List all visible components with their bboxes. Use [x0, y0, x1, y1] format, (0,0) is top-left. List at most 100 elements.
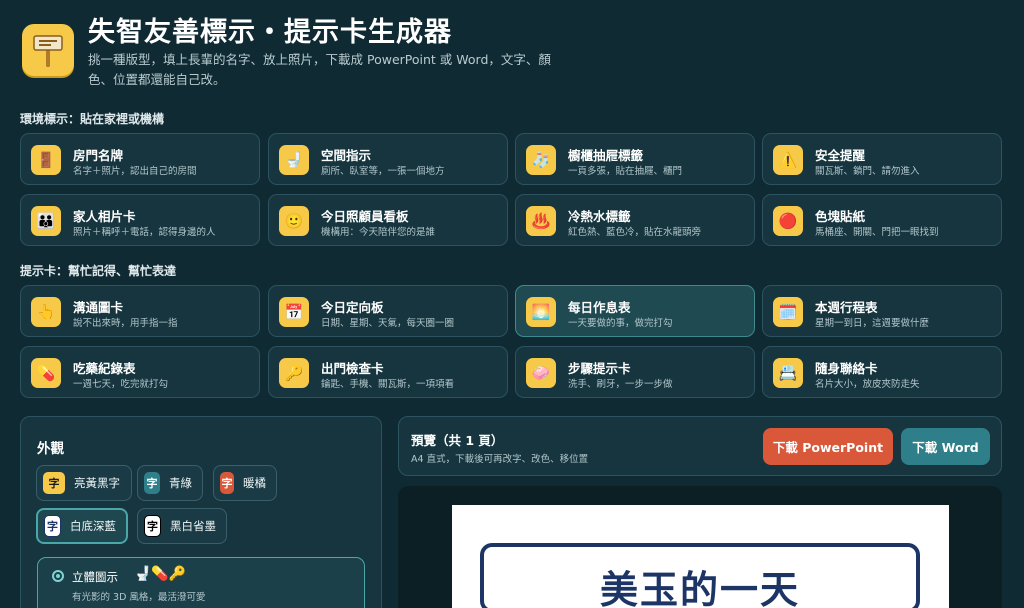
- theme-name: 黑白省墨: [170, 519, 216, 533]
- style-option-icons: 🚽💊🔑: [134, 566, 187, 582]
- card-desc: 關瓦斯、鎖門、請勿進入: [815, 166, 920, 177]
- card-desc: 機構用：今天陪伴您的是誰: [321, 227, 436, 238]
- card-title: 空間指示: [321, 148, 372, 163]
- card-desc: 照片＋稱呼＋電話，認得身邊的人: [73, 227, 216, 238]
- theme-chip: 字: [144, 472, 160, 494]
- card-desc: 鑰匙、手機、關瓦斯，一項項看: [321, 379, 455, 390]
- template-card[interactable]: 🙂 今日照顧員看板機構用：今天陪伴您的是誰: [268, 194, 508, 246]
- theme-swatch[interactable]: 字白底深藍: [36, 508, 128, 544]
- appearance-heading: 外觀: [37, 441, 64, 457]
- card-title: 冷熱水標籤: [568, 209, 631, 224]
- pill-icon: 💊: [31, 358, 61, 388]
- theme-name: 暖橘: [243, 476, 266, 490]
- card-title: 家人相片卡: [73, 209, 136, 224]
- preview-desc: A4 直式，下載後可再改字、改色、移位置: [411, 454, 589, 465]
- style-option-3d[interactable]: 立體圖示 🚽💊🔑 有光影的 3D 風格，最活潑可愛: [37, 557, 365, 608]
- card-title: 每日作息表: [568, 300, 631, 315]
- card-title: 安全提醒: [815, 148, 866, 163]
- key-icon: 🔑: [279, 358, 309, 388]
- theme-swatch[interactable]: 字青綠: [137, 465, 203, 501]
- template-card[interactable]: 🚽 空間指示廁所、臥室等，一張一個地方: [268, 133, 508, 185]
- red-circle-icon: 🔴: [773, 206, 803, 236]
- card-title: 溝通圖卡: [73, 300, 124, 315]
- id-card-icon: 📇: [773, 358, 803, 388]
- pointing-hand-icon: 👆: [31, 297, 61, 327]
- theme-name: 青綠: [169, 476, 192, 490]
- calendar-icon: 📅: [279, 297, 309, 327]
- soap-icon: 🧼: [526, 358, 556, 388]
- theme-swatch[interactable]: 字黑白省墨: [137, 508, 227, 544]
- template-card[interactable]: 🔴 色塊貼紙馬桶座、開關、門把一眼找到: [762, 194, 1002, 246]
- template-card[interactable]: ♨️ 冷熱水標籤紅色熱、藍色冷，貼在水龍頭旁: [515, 194, 755, 246]
- app-header: 失智友善標示・提示卡生成器 挑一種版型，填上長輩的名字、放上照片，下載成 Pow…: [20, 10, 1010, 92]
- card-title: 出門檢查卡: [321, 361, 384, 376]
- template-card[interactable]: 🗓️ 本週行程表星期一到日，這週要做什麼: [762, 285, 1002, 337]
- template-card[interactable]: 📅 今日定向板日期、星期、天氣，每天圈一圈: [268, 285, 508, 337]
- card-desc: 一天要做的事，做完打勾: [568, 318, 673, 329]
- door-icon: 🚪: [31, 145, 61, 175]
- card-title: 色塊貼紙: [815, 209, 866, 224]
- socks-icon: 🧦: [526, 145, 556, 175]
- theme-name: 亮黃黑字: [74, 476, 120, 490]
- template-card[interactable]: 💊 吃藥紀錄表一週七天，吃完就打勾: [20, 346, 260, 398]
- theme-chip: 字: [144, 515, 161, 537]
- card-title: 櫥櫃抽屜標籤: [568, 148, 644, 163]
- card-desc: 名字＋照片，認出自己的房間: [73, 166, 197, 177]
- sign-frame: 美玉的一天: [480, 543, 920, 608]
- theme-chip: 字: [44, 515, 61, 537]
- preview-toolbar: 預覽（共 1 頁） A4 直式，下載後可再改字、改色、移位置 下載 PowerP…: [398, 416, 1002, 476]
- section-label-prompt-cards: 提示卡：幫忙記得、幫忙表達: [20, 264, 177, 278]
- toilet-icon: 🚽: [279, 145, 309, 175]
- hot-water-icon: ♨️: [526, 206, 556, 236]
- signpost-icon: [22, 24, 74, 76]
- card-desc: 馬桶座、開關、門把一眼找到: [815, 227, 939, 238]
- card-desc: 洗手、刷牙，一步一步做: [568, 379, 673, 390]
- sunrise-icon: 🌅: [526, 297, 556, 327]
- card-title: 房門名牌: [73, 148, 124, 163]
- download-powerpoint-button[interactable]: 下載 PowerPoint: [763, 428, 893, 465]
- card-desc: 一週七天，吃完就打勾: [73, 379, 169, 390]
- card-desc: 星期一到日，這週要做什麼: [815, 318, 930, 329]
- template-card[interactable]: 👆 溝通圖卡說不出來時，用手指一指: [20, 285, 260, 337]
- card-desc: 一頁多張，貼在抽屜、櫃門: [568, 166, 683, 177]
- template-card[interactable]: 📇 隨身聯絡卡 名片大小，放皮夾防走失: [762, 346, 1002, 398]
- card-title: 吃藥紀錄表: [73, 361, 136, 376]
- card-desc: 紅色熱、藍色冷，貼在水龍頭旁: [568, 227, 702, 238]
- appearance-panel: 外觀 字亮黃黑字字青綠字暖橘字白底深藍字黑白省墨 立體圖示 🚽💊🔑 有光影的 3…: [20, 416, 382, 608]
- card-title: 步驟提示卡: [568, 361, 631, 376]
- style-option-title: 立體圖示: [72, 570, 118, 584]
- template-card[interactable]: 🚪 房門名牌名字＋照片，認出自己的房間: [20, 133, 260, 185]
- template-card[interactable]: 👪 家人相片卡照片＋稱呼＋電話，認得身邊的人: [20, 194, 260, 246]
- card-title: 今日照顧員看板: [321, 209, 409, 224]
- preview-page: 美玉的一天: [452, 505, 949, 608]
- template-card[interactable]: 🌅 每日作息表一天要做的事，做完打勾: [515, 285, 755, 337]
- theme-chip: 字: [43, 472, 65, 494]
- template-card[interactable]: 🧼 步驟提示卡洗手、刷牙，一步一步做: [515, 346, 755, 398]
- card-desc: 說不出來時，用手指一指: [73, 318, 178, 329]
- template-card[interactable]: 🔑 出門檢查卡鑰匙、手機、關瓦斯，一項項看: [268, 346, 508, 398]
- week-calendar-icon: 🗓️: [773, 297, 803, 327]
- template-card[interactable]: 🧦 櫥櫃抽屜標籤一頁多張，貼在抽屜、櫃門: [515, 133, 755, 185]
- card-title: 今日定向板: [321, 300, 384, 315]
- sign-text: 美玉的一天: [599, 568, 800, 608]
- theme-name: 白底深藍: [70, 519, 116, 533]
- warning-icon: ⚠️: [773, 145, 803, 175]
- theme-chip: 字: [220, 472, 234, 494]
- section-label-environment: 環境標示：貼在家裡或機構: [20, 112, 165, 126]
- family-icon: 👪: [31, 206, 61, 236]
- radio-selected[interactable]: [52, 570, 64, 582]
- theme-swatch[interactable]: 字亮黃黑字: [36, 465, 132, 501]
- style-option-desc: 有光影的 3D 風格，最活潑可愛: [72, 592, 206, 603]
- preview-title: 預覽（共 1 頁）: [411, 433, 504, 448]
- preview-canvas: 美玉的一天: [398, 486, 1002, 608]
- page-subtitle: 挑一種版型，填上長輩的名字、放上照片，下載成 PowerPoint 或 Word…: [88, 52, 551, 87]
- template-card[interactable]: ⚠️ 安全提醒關瓦斯、鎖門、請勿進入: [762, 133, 1002, 185]
- page-title: 失智友善標示・提示卡生成器: [88, 17, 452, 48]
- card-desc: 名片大小，放皮夾防走失: [815, 379, 920, 390]
- card-title: 本週行程表: [815, 300, 878, 315]
- theme-swatch[interactable]: 字暖橘: [213, 465, 277, 501]
- card-desc: 日期、星期、天氣，每天圈一圈: [321, 318, 455, 329]
- card-desc: 廁所、臥室等，一張一個地方: [321, 166, 445, 177]
- download-word-button[interactable]: 下載 Word: [901, 428, 990, 465]
- caregiver-icon: 🙂: [279, 206, 309, 236]
